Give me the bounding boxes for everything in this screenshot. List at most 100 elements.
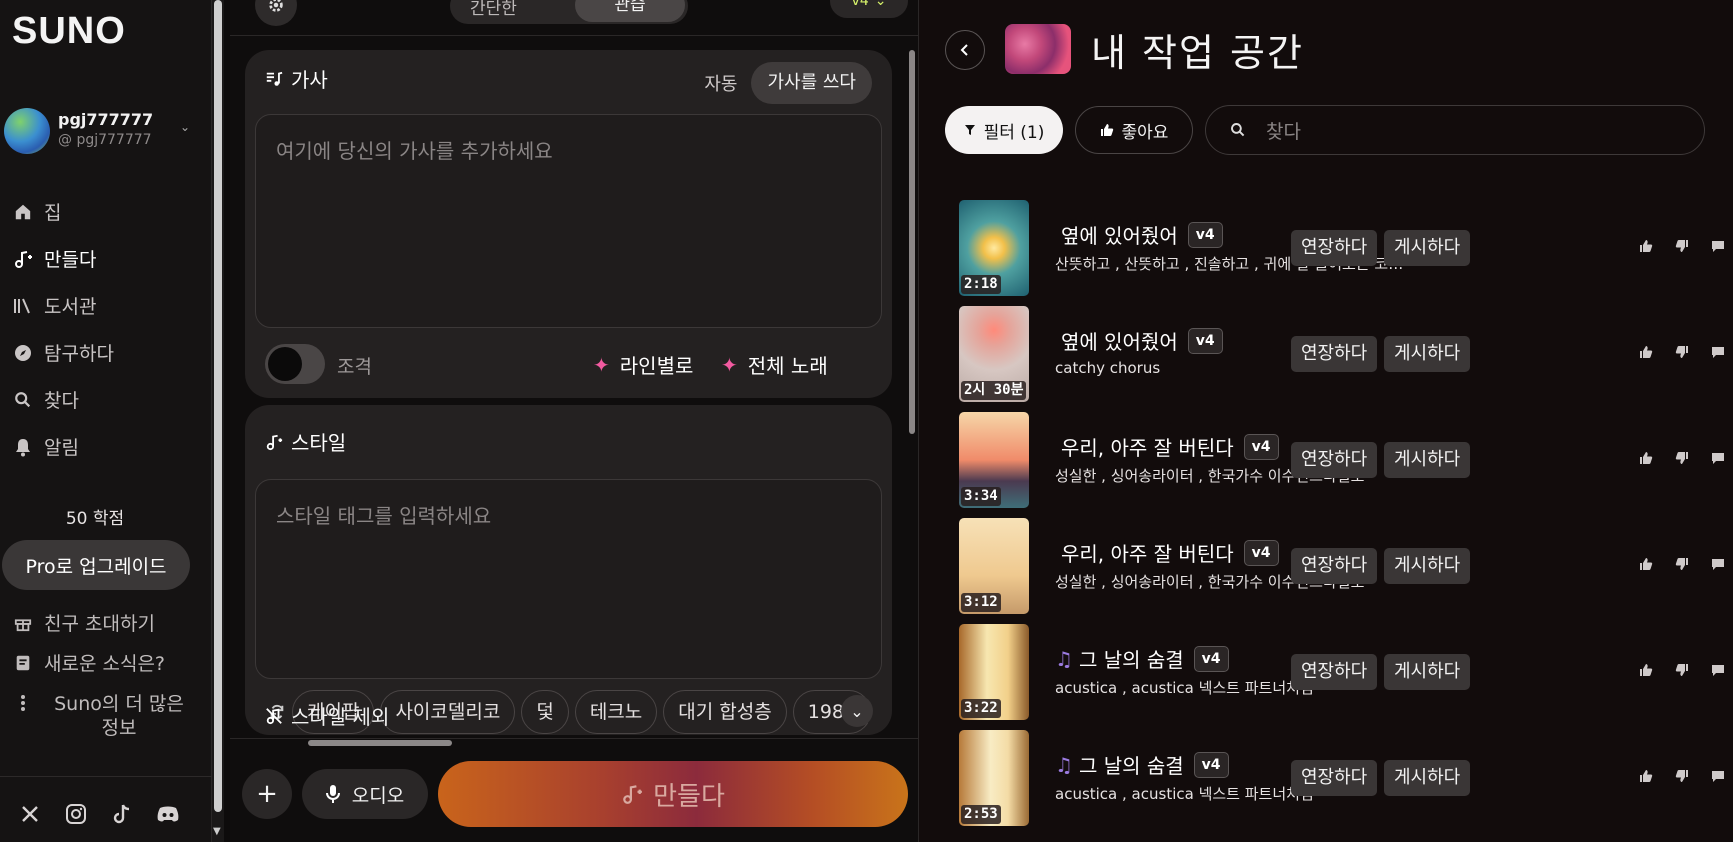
full-song-button[interactable]: ✦ 전체 노래 bbox=[721, 350, 828, 379]
sidebar-item-library[interactable]: 도서관 bbox=[0, 282, 212, 329]
song-row[interactable]: 3:34 우리, 아주 잘 버틴다 v4 성실한 , 싱어송라이터 , 한국가수… bbox=[959, 412, 1733, 518]
sidebar-item-home[interactable]: 집 bbox=[0, 188, 212, 235]
thumbs-down-icon[interactable] bbox=[1675, 238, 1689, 257]
song-duration: 2:18 bbox=[961, 275, 1001, 294]
filter-button[interactable]: 필터 (1) bbox=[945, 106, 1063, 154]
song-row[interactable]: 3:22 ♫ 그 날의 숨결 v4 acustica , acustica 넥스… bbox=[959, 624, 1733, 730]
song-title[interactable]: 우리, 아주 잘 버틴다 v4 bbox=[1055, 538, 1279, 567]
profile-menu[interactable]: pgj777777 @ pgj777777 ⌄ bbox=[4, 106, 194, 156]
song-cover-image[interactable]: 2:53 bbox=[959, 730, 1029, 826]
thumbs-down-icon[interactable] bbox=[1675, 450, 1689, 469]
mode-simple-tab[interactable]: 간단한 bbox=[470, 0, 517, 19]
invite-friends-link[interactable]: 친구 초대하기 bbox=[0, 612, 195, 636]
extend-button[interactable]: 연장하다 bbox=[1291, 442, 1378, 478]
publish-button[interactable]: 게시하다 bbox=[1384, 654, 1471, 690]
song-row[interactable]: 2:18 옆에 있어줬어 v4 산뜻하고 , 산뜻하고 , 진솔하고 , 귀에 … bbox=[959, 200, 1733, 306]
extend-button[interactable]: 연장하다 bbox=[1291, 654, 1378, 690]
song-cover-image[interactable]: 3:34 bbox=[959, 412, 1029, 508]
instagram-icon[interactable] bbox=[64, 802, 88, 826]
thumbs-down-icon[interactable] bbox=[1675, 344, 1689, 363]
comment-icon[interactable] bbox=[1711, 450, 1725, 469]
thumbs-up-icon[interactable] bbox=[1639, 238, 1653, 257]
song-cover-image[interactable]: 3:12 bbox=[959, 518, 1029, 614]
publish-button[interactable]: 게시하다 bbox=[1384, 336, 1471, 372]
comment-icon[interactable] bbox=[1711, 768, 1725, 787]
thumbs-up-icon[interactable] bbox=[1639, 344, 1653, 363]
comment-icon[interactable] bbox=[1711, 556, 1725, 575]
thumbs-up-icon[interactable] bbox=[1639, 662, 1653, 681]
suno-logo[interactable]: SUNO bbox=[12, 10, 126, 53]
lyrics-input[interactable]: 여기에 당신의 가사를 추가하세요 bbox=[255, 114, 882, 328]
style-chip[interactable]: 덫 bbox=[521, 690, 569, 734]
comment-icon[interactable] bbox=[1711, 344, 1725, 363]
audio-button[interactable]: 오디오 bbox=[302, 769, 428, 819]
likes-button[interactable]: 좋아요 bbox=[1075, 106, 1193, 154]
sidebar-item-explore[interactable]: 탐구하다 bbox=[0, 329, 212, 376]
create-scrollbar-thumb[interactable] bbox=[909, 50, 915, 434]
workspace-search-input[interactable]: 찾다 bbox=[1205, 105, 1705, 155]
page-scrollbar-thumb[interactable] bbox=[214, 0, 222, 812]
publish-button[interactable]: 게시하다 bbox=[1384, 442, 1471, 478]
style-input[interactable]: 스타일 태그를 입력하세요 케이팝 사이코델리코 덫 테크노 대기 합성층 19… bbox=[255, 479, 882, 746]
style-title: 스타일 bbox=[291, 431, 347, 455]
back-button[interactable] bbox=[945, 30, 985, 70]
song-cover-image[interactable]: 3:22 bbox=[959, 624, 1029, 720]
x-icon[interactable] bbox=[18, 802, 42, 826]
more-from-suno-link[interactable]: Suno의 더 많은 정보 bbox=[0, 692, 195, 740]
song-title[interactable]: 옆에 있어줬어 v4 bbox=[1055, 220, 1223, 249]
thumbs-down-icon[interactable] bbox=[1675, 662, 1689, 681]
thumbs-up-icon[interactable] bbox=[1639, 556, 1653, 575]
publish-button[interactable]: 게시하다 bbox=[1384, 760, 1471, 796]
thumbs-down-icon[interactable] bbox=[1675, 768, 1689, 787]
style-chip[interactable]: 대기 합성층 bbox=[663, 690, 787, 734]
song-actions bbox=[1639, 556, 1725, 575]
sidebar-item-create[interactable]: 만들다 bbox=[0, 235, 212, 282]
create-scrollbar[interactable] bbox=[906, 36, 916, 736]
settings-button[interactable] bbox=[255, 0, 297, 26]
style-chip[interactable]: 사이코델리코 bbox=[380, 690, 516, 734]
news-icon bbox=[12, 652, 34, 672]
song-actions bbox=[1639, 768, 1725, 787]
song-title[interactable]: ♫ 그 날의 숨결 v4 bbox=[1055, 644, 1229, 673]
song-row[interactable]: 2시 30분 옆에 있어줬어 v4 catchy chorus 연장하다 게시하… bbox=[959, 306, 1733, 412]
whats-new-link[interactable]: 새로운 소식은? bbox=[0, 652, 195, 676]
sidebar-item-search[interactable]: 찾다 bbox=[0, 376, 212, 423]
song-title[interactable]: ♫ 그 날의 숨결 v4 bbox=[1055, 750, 1229, 779]
invite-friends-label: 친구 초대하기 bbox=[44, 613, 155, 635]
extend-button[interactable]: 연장하다 bbox=[1291, 760, 1378, 796]
sidebar-item-notifications[interactable]: 알림 bbox=[0, 423, 212, 470]
exclude-styles-header[interactable]: 스타일 제외 bbox=[265, 701, 389, 730]
extend-button[interactable]: 연장하다 bbox=[1291, 336, 1378, 372]
by-line-button[interactable]: ✦ 라인별로 bbox=[593, 350, 693, 379]
mode-custom-tab[interactable]: 관습 bbox=[575, 0, 685, 22]
extend-button[interactable]: 연장하다 bbox=[1291, 230, 1378, 266]
lyrics-auto-button[interactable]: 자동 bbox=[704, 70, 737, 96]
lyrics-write-button[interactable]: 가사를 쓰다 bbox=[751, 62, 872, 104]
version-select[interactable]: v4 ⌄ bbox=[830, 0, 908, 18]
song-title[interactable]: 우리, 아주 잘 버틴다 v4 bbox=[1055, 432, 1279, 461]
song-row[interactable]: 2:53 ♫ 그 날의 숨결 v4 acustica , acustica 넥스… bbox=[959, 730, 1733, 836]
expand-button[interactable]: ⌄ bbox=[841, 695, 873, 727]
extend-button[interactable]: 연장하다 bbox=[1291, 548, 1378, 584]
song-title[interactable]: 옆에 있어줬어 v4 bbox=[1055, 326, 1223, 355]
lyrics-mode-toggle: 자동 가사를 쓰다 bbox=[704, 62, 872, 104]
instrumental-toggle[interactable] bbox=[265, 344, 325, 384]
song-row[interactable]: 3:12 우리, 아주 잘 버틴다 v4 성실한 , 싱어송라이터 , 한국가수… bbox=[959, 518, 1733, 624]
publish-button[interactable]: 게시하다 bbox=[1384, 548, 1471, 584]
tiktok-icon[interactable] bbox=[110, 802, 134, 826]
upgrade-button[interactable]: Pro로 업그레이드 bbox=[2, 540, 190, 590]
publish-button[interactable]: 게시하다 bbox=[1384, 230, 1471, 266]
thumbs-up-icon[interactable] bbox=[1639, 768, 1653, 787]
discord-icon[interactable] bbox=[156, 802, 180, 826]
add-button[interactable]: + bbox=[242, 769, 292, 819]
comment-icon[interactable] bbox=[1711, 662, 1725, 681]
song-cover-image[interactable]: 2:18 bbox=[959, 200, 1029, 296]
song-cover-image[interactable]: 2시 30분 bbox=[959, 306, 1029, 402]
style-chip[interactable]: 테크노 bbox=[574, 690, 658, 734]
song-actions bbox=[1639, 344, 1725, 363]
comment-icon[interactable] bbox=[1711, 238, 1725, 257]
scroll-down-arrow-icon[interactable]: ▼ bbox=[213, 826, 221, 837]
thumbs-down-icon[interactable] bbox=[1675, 556, 1689, 575]
thumbs-up-icon[interactable] bbox=[1639, 450, 1653, 469]
create-button[interactable]: 만들다 bbox=[438, 761, 908, 827]
